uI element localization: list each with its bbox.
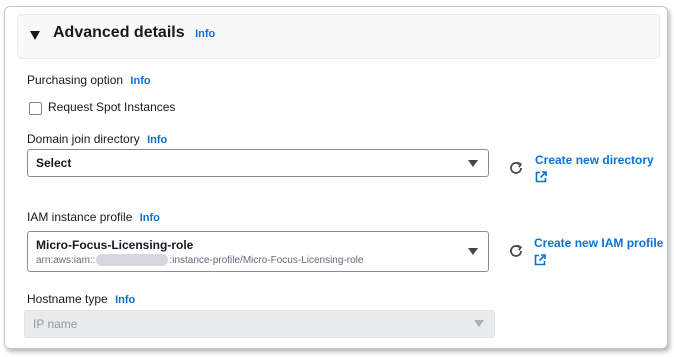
- iam-profile-select[interactable]: Micro-Focus-Licensing-role arn:aws:iam::…: [27, 231, 489, 272]
- request-spot-checkbox[interactable]: [29, 102, 42, 115]
- hostname-info-link[interactable]: Info: [115, 294, 135, 306]
- section-title: Advanced details Info: [53, 24, 215, 42]
- iam-info-link[interactable]: Info: [140, 212, 160, 224]
- section-title-text: Advanced details: [53, 24, 185, 41]
- domain-join-select[interactable]: Select: [27, 149, 489, 177]
- iam-arn: arn:aws:iam:: :instance-profile/Micro-Fo…: [36, 254, 363, 266]
- caret-down-icon[interactable]: [30, 31, 40, 40]
- external-link-icon[interactable]: [534, 254, 546, 266]
- dropdown-arrow-icon: [474, 320, 484, 327]
- refresh-icon[interactable]: [508, 160, 524, 176]
- domain-join-label-text: Domain join directory: [27, 132, 140, 146]
- hostname-type-select: IP name: [24, 310, 495, 338]
- domain-join-info-link[interactable]: Info: [147, 134, 167, 146]
- dropdown-arrow-icon: [468, 160, 478, 167]
- arn-suffix: :instance-profile/Micro-Focus-Licensing-…: [169, 254, 364, 266]
- create-directory-link[interactable]: Create new directory: [535, 153, 654, 167]
- purchasing-info-link[interactable]: Info: [130, 75, 150, 87]
- advanced-details-panel: Advanced details Info Purchasing option …: [4, 6, 668, 349]
- purchasing-option-label: Purchasing option Info: [27, 73, 151, 87]
- request-spot-label[interactable]: Request Spot Instances: [48, 100, 175, 114]
- iam-profile-selected: Micro-Focus-Licensing-role: [36, 238, 194, 252]
- external-link-icon[interactable]: [535, 171, 547, 183]
- hostname-type-label: Hostname type Info: [27, 292, 135, 306]
- redacted-account-id: [96, 254, 169, 266]
- create-iam-profile-link[interactable]: Create new IAM profile: [534, 236, 663, 250]
- arn-prefix: arn:aws:iam::: [36, 254, 96, 266]
- dropdown-arrow-icon: [468, 248, 478, 255]
- refresh-icon[interactable]: [508, 243, 524, 259]
- domain-join-label: Domain join directory Info: [27, 132, 167, 146]
- info-link[interactable]: Info: [195, 28, 215, 40]
- iam-profile-label-text: IAM instance profile: [27, 210, 133, 224]
- hostname-type-label-text: Hostname type: [27, 292, 108, 306]
- section-header[interactable]: Advanced details Info: [17, 14, 660, 59]
- purchasing-option-label-text: Purchasing option: [27, 73, 124, 87]
- hostname-type-selected: IP name: [33, 317, 78, 331]
- domain-join-selected: Select: [36, 156, 72, 170]
- iam-profile-label: IAM instance profile Info: [27, 210, 160, 224]
